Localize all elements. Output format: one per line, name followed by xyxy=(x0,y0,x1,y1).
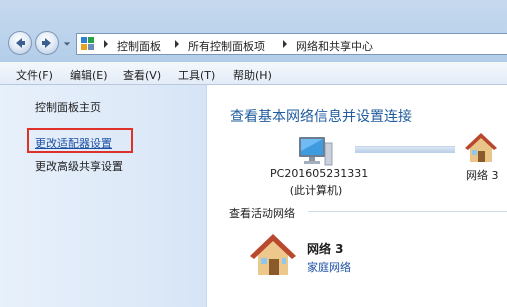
breadcrumb-separator[interactable] xyxy=(283,40,287,48)
computer-subtitle: (此计算机) xyxy=(289,184,343,197)
address-bar[interactable]: 控制面板 所有控制面板项 网络和共享中心 xyxy=(76,33,507,55)
change-advanced-sharing-link[interactable]: 更改高级共享设置 xyxy=(35,158,123,174)
menu-tools[interactable]: 工具(T) xyxy=(178,67,215,83)
recent-pages-dropdown[interactable] xyxy=(62,39,72,49)
active-networks-title: 查看活动网络 xyxy=(229,207,295,220)
chevron-down-icon xyxy=(63,42,71,46)
forward-button[interactable] xyxy=(35,31,59,55)
active-network-name: 网络 3 xyxy=(307,242,344,256)
breadcrumb-separator[interactable] xyxy=(104,40,108,48)
back-button[interactable] xyxy=(8,31,32,55)
computer-name: PC201605231331 xyxy=(270,167,369,180)
network-top-label: 网络 3 xyxy=(466,169,499,182)
back-arrow-icon xyxy=(16,38,25,48)
home-network-icon[interactable] xyxy=(463,131,499,165)
control-panel-icon xyxy=(81,37,94,50)
menu-edit[interactable]: 编辑(E) xyxy=(70,67,108,83)
breadcrumb-control-panel[interactable]: 控制面板 xyxy=(117,38,161,54)
menu-help[interactable]: 帮助(H) xyxy=(233,67,272,83)
breadcrumb-all-items[interactable]: 所有控制面板项 xyxy=(188,38,265,54)
active-network-type-link[interactable]: 家庭网络 xyxy=(307,259,351,275)
breadcrumb-separator[interactable] xyxy=(175,40,179,48)
page-title: 查看基本网络信息并设置连接 xyxy=(230,109,412,125)
forward-arrow-icon xyxy=(42,38,51,48)
change-adapter-settings-link[interactable]: 更改适配器设置 xyxy=(35,135,112,151)
control-panel-home-link[interactable]: 控制面板主页 xyxy=(35,99,101,115)
section-divider xyxy=(308,211,507,212)
menu-bar: 文件(F) 编辑(E) 查看(V) 工具(T) 帮助(H) xyxy=(0,62,507,85)
connection-line xyxy=(355,146,455,153)
menu-view[interactable]: 查看(V) xyxy=(123,67,161,83)
breadcrumb-network-center[interactable]: 网络和共享中心 xyxy=(296,38,373,54)
menu-file[interactable]: 文件(F) xyxy=(16,67,53,83)
computer-icon[interactable] xyxy=(295,135,333,167)
task-pane xyxy=(0,85,207,307)
home-network-icon[interactable] xyxy=(248,232,298,278)
window-title-bar: 控制面板 所有控制面板项 网络和共享中心 xyxy=(0,0,507,62)
